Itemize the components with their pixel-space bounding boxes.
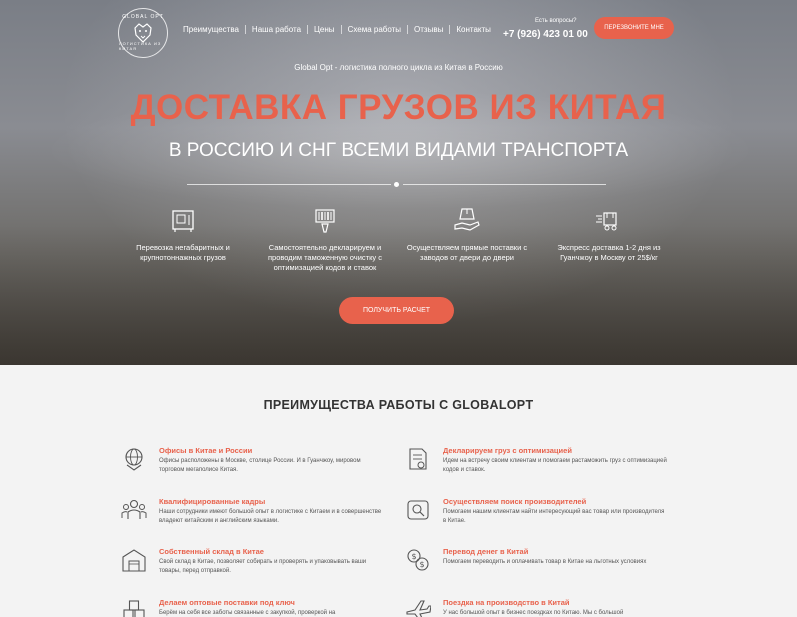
divider-right bbox=[403, 184, 606, 185]
feature-text: Осуществляем прямые поставки с заводов о… bbox=[406, 243, 528, 262]
feature-text: Экспресс доставка 1-2 дня из Гуанчжоу в … bbox=[557, 243, 661, 262]
nav-contacts[interactable]: Контакты bbox=[450, 25, 497, 34]
barcode-scanner-icon bbox=[315, 209, 335, 233]
advantage-title: Поездка на производство в Китай bbox=[443, 598, 570, 607]
svg-text:$: $ bbox=[412, 552, 417, 561]
nav-advantages[interactable]: Преимущества bbox=[183, 25, 246, 34]
advantage-title: Офисы в Китае и России bbox=[159, 446, 253, 455]
advantage-title: Делаем оптовые поставки под ключ bbox=[159, 598, 295, 607]
safe-box-icon bbox=[172, 210, 194, 232]
nav-workflow[interactable]: Схема работы bbox=[342, 25, 409, 34]
main-nav: Преимущества Наша работа Цены Схема рабо… bbox=[183, 25, 497, 34]
nav-our-work[interactable]: Наша работа bbox=[246, 25, 309, 34]
nav-prices[interactable]: Цены bbox=[308, 25, 342, 34]
feature-direct-supply: Осуществляем прямые поставки с заводов о… bbox=[402, 205, 532, 263]
nav-reviews[interactable]: Отзывы bbox=[408, 25, 451, 34]
hero-headline: ДОСТАВКА ГРУЗОВ ИЗ КИТАЯ bbox=[130, 88, 667, 127]
advantage-desc: Помогаем нашим клиентам найти интересующ… bbox=[443, 509, 665, 524]
money-transfer-icon: $ $ bbox=[407, 549, 429, 571]
hero-section: GLOBAL OPT ЛОГИСТИКА ИЗ КИТАЯ Преимущест… bbox=[0, 0, 797, 365]
contact-phone[interactable]: +7 (926) 423 01 00 bbox=[503, 29, 588, 40]
logo[interactable]: GLOBAL OPT ЛОГИСТИКА ИЗ КИТАЯ bbox=[118, 8, 168, 58]
logo-top-text: GLOBAL OPT bbox=[122, 14, 164, 20]
advantage-desc: Офисы расположены в Москве, столице Росс… bbox=[159, 458, 361, 473]
box-on-hand-icon bbox=[454, 208, 480, 231]
advantage-desc: Свой склад в Китае, позволяет собирать и… bbox=[159, 559, 367, 574]
svg-text:$: $ bbox=[420, 560, 425, 569]
feature-text: Самостоятельно декларируем и проводим та… bbox=[267, 243, 383, 272]
globe-pin-icon bbox=[125, 448, 143, 471]
feature-text: Перевозка негабаритных и крупнотоннажных… bbox=[136, 243, 230, 262]
advantages-section: ПРЕИМУЩЕСТВА РАБОТЫ С GLOBALOPT Офисы в … bbox=[0, 365, 797, 617]
hero-subheadline: В РОССИЮ И СНГ ВСЕМИ ВИДАМИ ТРАНСПОРТА bbox=[168, 140, 629, 161]
airplane-icon bbox=[406, 600, 431, 617]
advantage-title: Осуществляем поиск производителей bbox=[443, 497, 587, 506]
feature-express: Экспресс доставка 1-2 дня из Гуанчжоу в … bbox=[544, 205, 674, 263]
contact-question: Есть вопросы? bbox=[535, 18, 577, 24]
section-title: ПРЕИМУЩЕСТВА РАБОТЫ С GLOBALOPT bbox=[263, 398, 534, 412]
search-supplier-icon bbox=[407, 500, 429, 520]
hero-tagline: Global Opt - логистика полного цикла из … bbox=[294, 63, 503, 72]
advantage-title: Квалифицированные кадры bbox=[159, 497, 266, 506]
advantage-desc: У нас большой опыт в бизнес поездках по … bbox=[443, 610, 624, 616]
advantage-title: Перевод денег в Китай bbox=[443, 547, 529, 556]
callback-button[interactable]: ПЕРЕЗВОНИТЕ МНЕ bbox=[594, 17, 674, 39]
advantage-title: Собственный склад в Китае bbox=[159, 547, 264, 556]
advantage-title: Декларируем груз с оптимизацией bbox=[443, 446, 572, 455]
divider-dot bbox=[394, 182, 399, 187]
feature-customs: Самостоятельно декларируем и проводим та… bbox=[260, 205, 390, 273]
advantage-desc: Берём на себя все заботы связанные с зак… bbox=[159, 610, 336, 616]
boxes-icon bbox=[123, 600, 145, 617]
advantage-desc: Идем на встречу своим клиентам и помогае… bbox=[443, 458, 667, 473]
declaration-icon bbox=[409, 448, 427, 470]
warehouse-icon bbox=[122, 549, 146, 572]
team-icon bbox=[121, 499, 147, 519]
fast-truck-icon bbox=[596, 212, 617, 231]
divider-left bbox=[187, 184, 391, 185]
logo-bottom-text: ЛОГИСТИКА ИЗ КИТАЯ bbox=[119, 41, 162, 51]
advantage-desc: Помогаем переводить и оплачивать товар в… bbox=[443, 559, 647, 565]
advantage-desc: Наши сотрудники имеют большой опыт в лог… bbox=[159, 509, 382, 524]
get-quote-button[interactable]: ПОЛУЧИТЬ РАСЧЕТ bbox=[339, 297, 454, 324]
feature-oversized: Перевозка негабаритных и крупнотоннажных… bbox=[118, 205, 248, 263]
